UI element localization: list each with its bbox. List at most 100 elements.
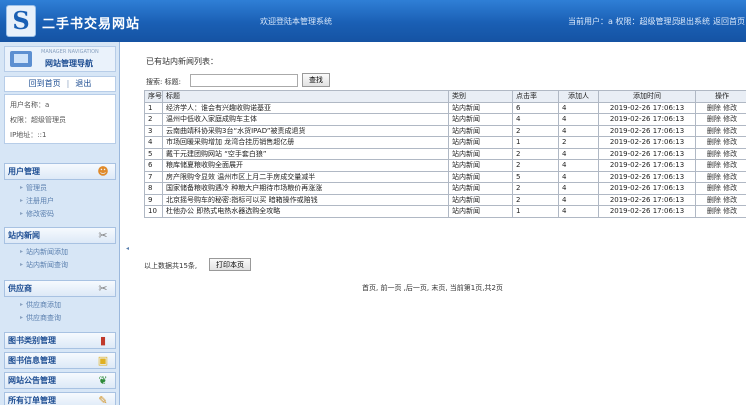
cell-category: 站内新闻 [448, 113, 513, 126]
sidebar-home-link[interactable]: 回到首页 [29, 79, 61, 88]
menu-item-news-add[interactable]: 站内新闻添加 [4, 246, 116, 258]
col-header-no: 序号 [144, 90, 163, 103]
delete-link[interactable]: 删除 [707, 127, 721, 135]
menu-item-change-password[interactable]: 修改密码 [4, 208, 116, 220]
menu-item-supplier-query[interactable]: 供应商查询 [4, 312, 116, 324]
edit-link[interactable]: 修改 [723, 150, 737, 158]
edit-link[interactable]: 修改 [723, 184, 737, 192]
site-title: 二手书交易网站 [42, 17, 141, 32]
table-row: 9 北京摇号购车的秘密:指标可以买 暗箱操作或赔钱 站内新闻 2 4 2019-02-26… [144, 193, 746, 206]
table-row: 10 杜他办公 即热式电热水器选购全攻略 站内新闻 1 4 2019-02-26 17:0… [144, 205, 746, 218]
menu-item-supplier-add[interactable]: 供应商添加 [4, 299, 116, 311]
edit-link[interactable]: 修改 [723, 104, 737, 112]
delete-link[interactable]: 删除 [707, 173, 721, 181]
edit-link[interactable]: 修改 [723, 127, 737, 135]
edit-link[interactable]: 修改 [723, 173, 737, 181]
edit-link[interactable]: 修改 [723, 207, 737, 215]
cell-category: 站内新闻 [448, 170, 513, 183]
menu-book-category[interactable]: 图书类别管理 ▮ [4, 332, 116, 349]
edit-link[interactable]: 修改 [723, 115, 737, 123]
cell-no: 9 [144, 193, 163, 206]
cell-clicks: 2 [512, 124, 559, 137]
cell-category: 站内新闻 [448, 182, 513, 195]
home-link[interactable]: 返回首页 [713, 16, 745, 27]
cell-time: 2019-02-26 17:06:13 [598, 136, 696, 149]
delete-link[interactable]: 删除 [707, 184, 721, 192]
cell-clicks: 6 [512, 101, 559, 114]
delete-link[interactable]: 删除 [707, 150, 721, 158]
menu-site-news[interactable]: 站内新闻 ✂ [4, 227, 116, 244]
edit-link[interactable]: 修改 [723, 138, 737, 146]
cell-time: 2019-02-26 17:06:13 [598, 147, 696, 160]
cell-ops: 删除 修改 [695, 205, 746, 218]
col-header-ops: 操作 [695, 90, 746, 103]
cell-category: 站内新闻 [448, 136, 513, 149]
cell-clicks: 1 [512, 205, 559, 218]
print-button[interactable]: 打印本页 [209, 258, 251, 271]
col-header-adder: 添加人 [558, 90, 599, 103]
delete-link[interactable]: 删除 [707, 104, 721, 112]
cell-ops: 删除 修改 [695, 159, 746, 172]
menu-item-registered-users[interactable]: 注册用户 [4, 195, 116, 207]
table-row: 1 经济学人：谁会有兴趣收购诺基亚 站内新闻 6 4 2019-02-26 17:06:1… [144, 101, 746, 114]
edit-link[interactable]: 修改 [723, 196, 737, 204]
menu-supplier[interactable]: 供应商 ✂ [4, 280, 116, 297]
menu-book-info[interactable]: 图书信息管理 ▣ [4, 352, 116, 369]
pen-icon: ✎ [98, 394, 108, 405]
search-input[interactable] [190, 74, 298, 87]
current-user-info: 当前用户：a 权限：超级管理员 [568, 17, 680, 26]
cell-time: 2019-02-26 17:06:13 [598, 159, 696, 172]
menu-item-news-query[interactable]: 站内新闻查询 [4, 259, 116, 271]
menu-all-orders[interactable]: 所有订单管理 ✎ [4, 392, 116, 405]
sidebar: MANAGER NAVIGATION 网站管理导航 回到首页 | 退出 用户名称：a… [0, 42, 120, 405]
col-header-time: 添加时间 [598, 90, 696, 103]
cell-ops: 删除 修改 [695, 182, 746, 195]
menu-site-notice[interactable]: 网站公告管理 ❦ [4, 372, 116, 389]
cell-category: 站内新闻 [448, 101, 513, 114]
cell-adder: 4 [558, 101, 599, 114]
nav-subtitle: MANAGER NAVIGATION [41, 49, 99, 55]
cell-category: 站内新闻 [448, 205, 513, 218]
user-ip: IP地址：::1 [10, 131, 47, 139]
delete-link[interactable]: 删除 [707, 138, 721, 146]
cell-ops: 删除 修改 [695, 101, 746, 114]
pagination[interactable]: 首页, 前一页 ,后一页, 末页, 当前第1页,共2页 [362, 283, 503, 293]
cell-time: 2019-02-26 17:06:13 [598, 182, 696, 195]
cell-adder: 2 [558, 136, 599, 149]
cell-adder: 4 [558, 182, 599, 195]
sidebar-logout-link[interactable]: 退出 [75, 79, 91, 88]
cell-ops: 删除 修改 [695, 193, 746, 206]
cell-adder: 4 [558, 159, 599, 172]
delete-link[interactable]: 删除 [707, 196, 721, 204]
books-icon: ▮ [99, 334, 107, 347]
delete-link[interactable]: 删除 [707, 115, 721, 123]
menu-item-admin[interactable]: 管理员 [4, 182, 116, 194]
cell-adder: 4 [558, 124, 599, 137]
delete-link[interactable]: 删除 [707, 207, 721, 215]
lock-icon: ▣ [97, 354, 109, 367]
cell-time: 2019-02-26 17:06:13 [598, 170, 696, 183]
cell-time: 2019-02-26 17:06:13 [598, 205, 696, 218]
menu-user-management[interactable]: 用户管理 ☻ [4, 163, 116, 180]
cell-ops: 删除 修改 [695, 147, 746, 160]
cell-no: 3 [144, 124, 163, 137]
cell-clicks: 2 [512, 147, 559, 160]
sidebar-collapse-arrow-icon[interactable]: ◂ [126, 244, 131, 253]
delete-link[interactable]: 删除 [707, 161, 721, 169]
cell-no: 1 [144, 101, 163, 114]
cell-clicks: 1 [512, 136, 559, 149]
search-button[interactable]: 查找 [302, 73, 330, 87]
cell-title: 杜他办公 即热式电热水器选购全攻略 [162, 205, 449, 218]
cell-title: 房产限购令显效 温州市区上月二手房成交量减半 [162, 170, 449, 183]
logout-link[interactable]: 退出系统 [678, 16, 710, 27]
table-row: 7 房产限购令显效 温州市区上月二手房成交量减半 站内新闻 5 4 2019-02-26 … [144, 170, 746, 183]
user-role: 权限：超级管理员 [10, 116, 66, 124]
main-content: 已有站内新闻列表： 搜索: 标题: 查找 序号 标题 类别 点击率 添加人 添加… [134, 42, 746, 405]
cell-clicks: 5 [512, 170, 559, 183]
cell-adder: 4 [558, 147, 599, 160]
cell-title: 戴干元建团购网站 “空手套白狼” [162, 147, 449, 160]
edit-link[interactable]: 修改 [723, 161, 737, 169]
summary-text: 以上数据共15条, [144, 262, 198, 270]
list-title: 已有站内新闻列表： [146, 57, 218, 66]
site-logo: S [6, 5, 36, 37]
